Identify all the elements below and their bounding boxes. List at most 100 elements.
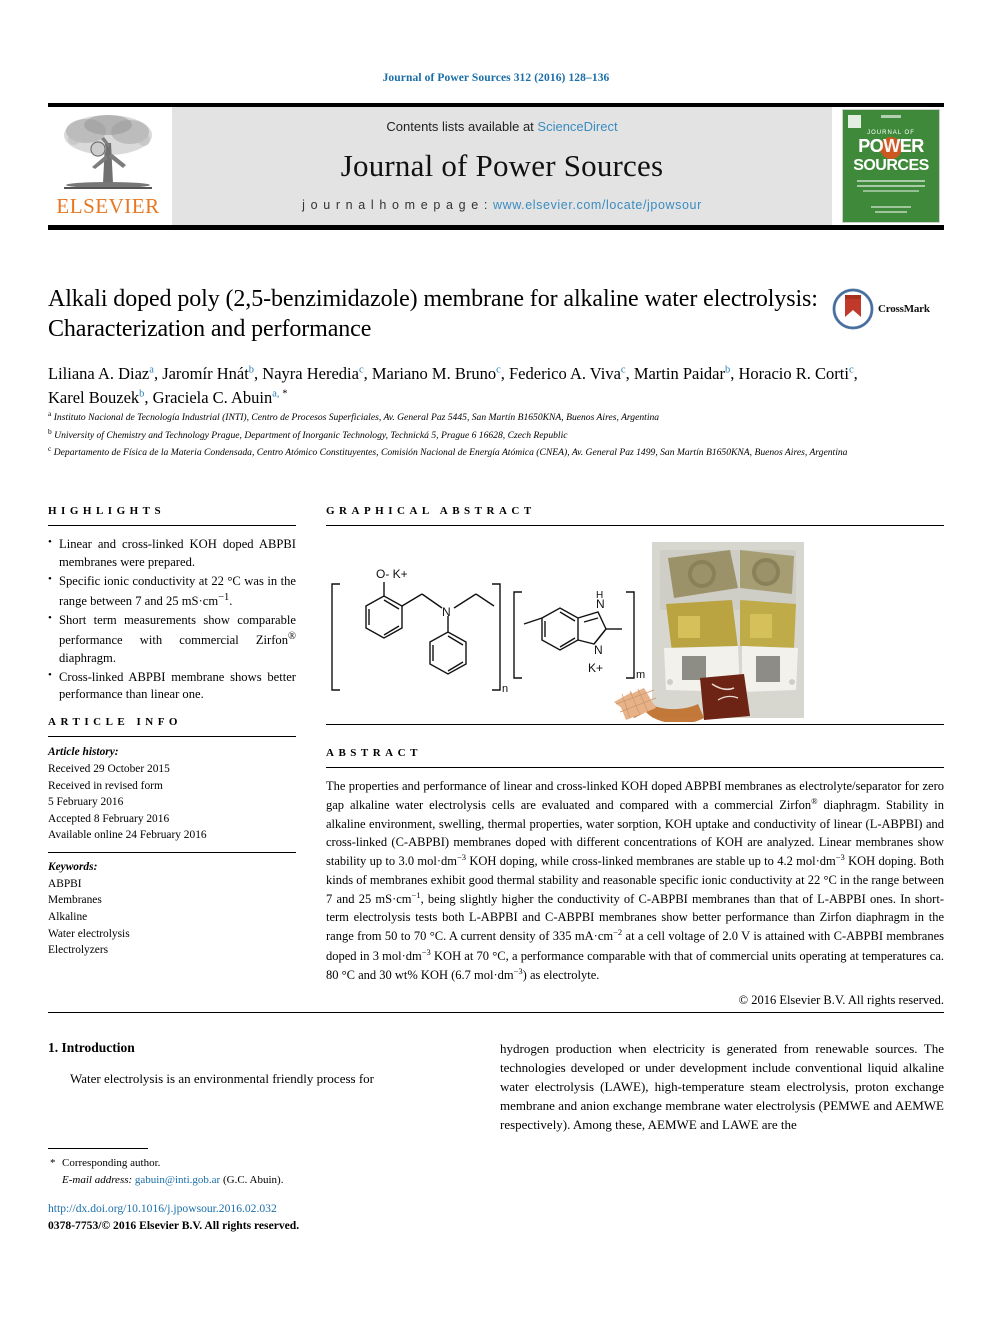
author-name: Nayra Heredia	[262, 364, 359, 383]
label-n-amine: N	[442, 605, 451, 619]
label-n-lower: N	[594, 643, 603, 657]
electrolysis-cell-photo	[652, 542, 804, 720]
abstract-block: ABSTRACT The properties and performance …	[326, 747, 944, 1008]
journal-cover-image: JOURNAL OF POWER POWER SOURCES	[842, 109, 940, 223]
author-name: Federico A. Viva	[509, 364, 621, 383]
body-right-column: hydrogen production when electricity is …	[500, 1041, 944, 1132]
affiliation-marker: c	[48, 444, 52, 454]
corresponding-author-label: Corresponding author.	[62, 1157, 161, 1169]
issn-copyright-line: 0378-7753/© 2016 Elsevier B.V. All right…	[48, 1219, 300, 1233]
keyword-item: ABPBI	[48, 877, 82, 890]
journal-title: Journal of Power Sources	[340, 148, 664, 183]
keyword-item: Water electrolysis	[48, 927, 130, 940]
author-name: Martin Paidar	[633, 364, 725, 383]
author-affiliation-marker: b	[248, 364, 255, 376]
journal-cover-thumbnail: JOURNAL OF POWER POWER SOURCES	[838, 107, 944, 225]
keywords-label: Keywords:	[48, 861, 98, 874]
elsevier-wordmark: ELSEVIER	[56, 194, 160, 218]
label-subscript-n: n	[502, 683, 508, 695]
author-name: Graciela C. Abuin	[152, 387, 273, 407]
article-info-block: ARTICLE INFO Article history: Received 2…	[48, 716, 296, 959]
polymer-structure-diagram: O- K+ N N H N K+ n m	[331, 542, 804, 724]
elsevier-tree-icon	[64, 115, 152, 189]
abstract-heading: ABSTRACT	[326, 747, 422, 759]
affiliation-marker: b	[48, 426, 52, 436]
author-name: Liliana A. Diaz	[48, 364, 150, 383]
paper-title: Alkali doped poly (2,5-benzimidazole) me…	[48, 286, 818, 343]
doi-link[interactable]: http://dx.doi.org/10.1016/j.jpowsour.201…	[48, 1200, 548, 1217]
author-affiliation-marker: a, *	[272, 388, 288, 400]
body-top-rule	[48, 1012, 944, 1013]
article-history-item: 5 February 2016	[48, 796, 124, 809]
abstract-paragraph: The properties and performance of linear…	[326, 779, 944, 983]
affiliation-list: a Instituto Nacional de Tecnología Indus…	[48, 408, 928, 461]
article-history: Article history: Received 29 October 201…	[48, 744, 296, 844]
author-affiliation-marker: b	[725, 364, 731, 376]
masthead-bottom-rule	[48, 225, 944, 230]
author-affiliation-marker: c	[848, 364, 854, 376]
highlights-list: Linear and cross-linked KOH doped ABPBI …	[48, 535, 296, 705]
right-column: GRAPHICAL ABSTRACT O- K+ N N H N K+ n m …	[326, 505, 944, 1008]
author-list: Liliana A. Diaza, Jaromír Hnátb, Nayra H…	[48, 364, 858, 407]
corresponding-author-footnote: * Corresponding author. E-mail address: …	[48, 1148, 468, 1188]
author-affiliation-marker: a	[149, 364, 154, 376]
svg-text:SOURCES: SOURCES	[853, 157, 929, 174]
sciencedirect-link[interactable]: ScienceDirect	[537, 119, 617, 134]
journal-cover-art: JOURNAL OF POWER POWER SOURCES	[843, 110, 939, 222]
keywords-block: Keywords: ABPBI Membranes Alkaline Water el…	[48, 859, 296, 959]
masthead-center-panel: Contents lists available at ScienceDirec…	[172, 107, 832, 225]
crossmark-label: CrossMark	[878, 303, 930, 315]
body-left-column: 1. Introduction Water electrolysis is an…	[48, 1040, 468, 1089]
highlight-item: Short term measurements show comparable …	[48, 611, 296, 668]
author-name: Horacio R. Corti	[738, 364, 849, 383]
author-affiliation-marker: c	[620, 364, 626, 376]
abstract-text: The properties and performance of linear…	[326, 777, 944, 985]
author-affiliation-marker: b	[139, 388, 145, 400]
affiliation-marker: a	[48, 409, 52, 418]
crossmark-badge[interactable]: CrossMark	[832, 286, 944, 332]
left-column: HIGHLIGHTS Linear and cross-linked KOH d…	[48, 505, 296, 959]
affiliation-item: c Departamento de Física de la Materia C…	[48, 444, 848, 459]
email-address-label: E-mail address:	[62, 1173, 133, 1186]
journal-homepage-url[interactable]: www.elsevier.com/locate/jpowsour	[493, 198, 702, 212]
graphical-abstract-heading: GRAPHICAL ABSTRACT	[326, 505, 536, 517]
keyword-item: Membranes	[48, 894, 102, 907]
article-history-item: Received in revised form	[48, 779, 163, 792]
graphical-abstract-rule	[326, 525, 944, 526]
keyword-item: Alkaline	[48, 911, 88, 924]
affiliation-item: b University of Chemistry and Technology…	[48, 426, 568, 441]
abstract-copyright: © 2016 Elsevier B.V. All rights reserved…	[738, 992, 944, 1007]
page-footer: http://dx.doi.org/10.1016/j.jpowsour.201…	[48, 1200, 548, 1235]
graphical-abstract-figure: O- K+ N N H N K+ n m	[326, 532, 944, 724]
author-affiliation-marker: c	[496, 364, 501, 376]
author-name: Jaromír Hnát	[162, 364, 249, 383]
article-info-rule	[48, 736, 296, 738]
running-head: Journal of Power Sources 312 (2016) 128–…	[382, 72, 610, 84]
corresponding-email-owner: (G.C. Abuin).	[222, 1173, 284, 1186]
author-name: Karel Bouzek	[48, 387, 140, 407]
svg-text:POWER: POWER	[858, 136, 924, 156]
title-area: Alkali doped poly (2,5-benzimidazole) me…	[48, 284, 944, 344]
article-info-heading: ARTICLE INFO	[48, 716, 182, 729]
article-history-item: Received 29 October 2015	[48, 762, 170, 775]
corresponding-email-link[interactable]: gabuin@inti.gob.ar	[135, 1174, 220, 1186]
journal-homepage-line: j o u r n a l h o m e p a g e : www.else…	[302, 198, 702, 212]
affiliation-item: a Instituto Nacional de Tecnología Indus…	[48, 409, 660, 424]
article-history-item: Accepted 8 February 2016	[48, 812, 170, 825]
highlights-rule	[48, 525, 296, 526]
article-history-items: Received 29 October 2015 Received in revi…	[48, 761, 296, 844]
keywords-items: ABPBI Membranes Alkaline Water electrolysis…	[48, 876, 296, 959]
graphical-abstract-bottom-rule	[326, 724, 944, 725]
article-history-label: Article history:	[48, 746, 119, 759]
label-h: H	[596, 590, 603, 601]
introduction-paragraph-left: Water electrolysis is an environmental f…	[70, 1071, 374, 1086]
homepage-prefix: j o u r n a l h o m e p a g e :	[302, 198, 493, 212]
article-first-page: Journal of Power Sources 312 (2016) 128–…	[0, 0, 992, 1323]
label-k-plus: K+	[588, 661, 603, 675]
keywords-rule	[48, 852, 296, 854]
article-history-item: Available online 24 February 2016	[48, 829, 207, 842]
highlight-item: Cross-linked ABPBI membrane shows better…	[48, 668, 296, 705]
author-affiliation-marker: c	[358, 364, 364, 376]
crossmark-icon	[832, 288, 874, 330]
contents-available-line: Contents lists available at ScienceDirec…	[386, 119, 617, 134]
